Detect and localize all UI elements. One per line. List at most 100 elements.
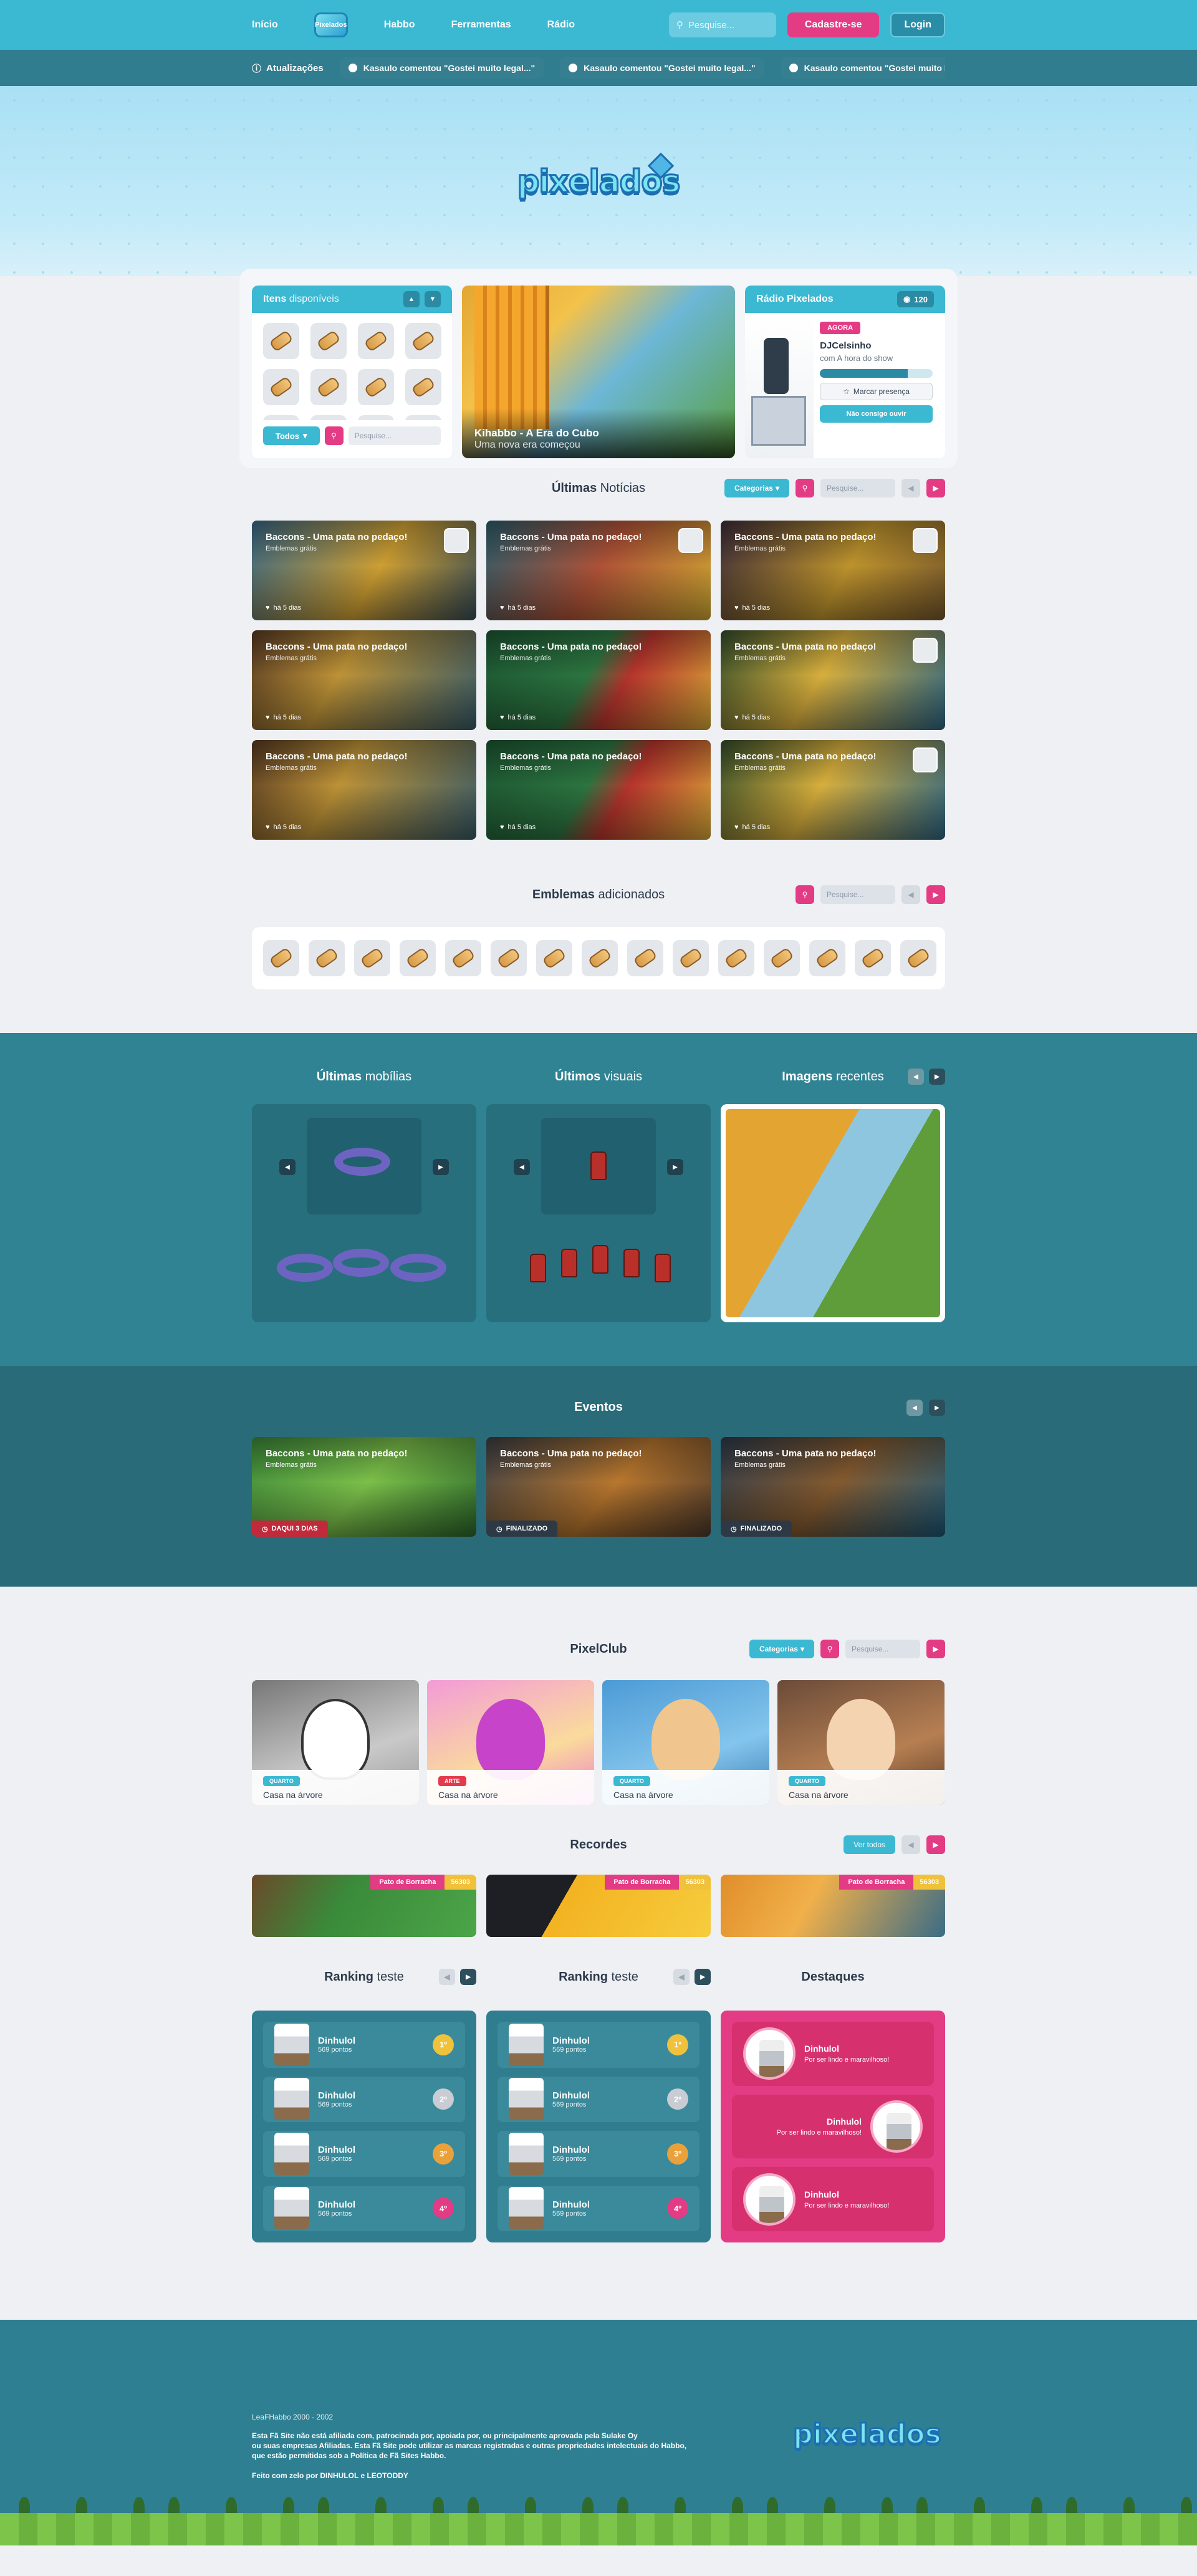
item-slot[interactable] (310, 415, 347, 420)
ranking-row[interactable]: Dinhulol 569 pontos 2º (263, 2076, 465, 2122)
ranking-row[interactable]: Dinhulol 569 pontos 4º (498, 2185, 699, 2231)
highlight-row[interactable]: Dinhulol Por ser lindo e maravilhoso! (732, 2167, 934, 2232)
ticker-item[interactable]: Kasaulo comentou "Gostei muito legal..." (560, 57, 764, 79)
items-filter-dropdown[interactable]: Todos ▾ (263, 426, 320, 445)
footer-logo[interactable]: pixelados (789, 2400, 945, 2468)
prev-arrow-icon[interactable]: ◀ (673, 1969, 690, 1985)
visual-item[interactable] (655, 1254, 671, 1282)
prev-arrow-icon[interactable]: ◀ (901, 1835, 920, 1854)
visual-item[interactable] (592, 1245, 608, 1274)
news-card[interactable]: Baccons - Uma pata no pedaço! Emblemas gr… (252, 521, 476, 620)
item-slot[interactable] (263, 369, 299, 405)
search-icon[interactable]: ⚲ (796, 885, 814, 904)
next-arrow-icon[interactable]: ▶ (667, 1159, 683, 1175)
recent-image[interactable] (721, 1104, 945, 1322)
search-icon[interactable]: ⚲ (796, 479, 814, 497)
prev-arrow-icon[interactable]: ◀ (908, 1069, 924, 1085)
item-slot[interactable] (358, 323, 394, 359)
emblem-slot[interactable] (855, 940, 891, 976)
visual-item[interactable] (561, 1249, 577, 1277)
item-slot[interactable] (263, 415, 299, 420)
furniture-item[interactable] (333, 1249, 389, 1277)
search-input[interactable] (688, 19, 757, 31)
ranking-row[interactable]: Dinhulol 569 pontos 1º (498, 2022, 699, 2068)
furniture-item[interactable] (277, 1254, 333, 1282)
emblem-slot[interactable] (445, 940, 481, 976)
news-card[interactable]: Baccons - Uma pata no pedaço! Emblemas gr… (252, 740, 476, 840)
club-card[interactable]: QUARTO Casa na árvore (777, 1680, 945, 1805)
ticker-item[interactable]: Kasaulo comentou "Gostei muito legal..." (339, 57, 544, 79)
visual-item[interactable] (590, 1151, 607, 1180)
news-card[interactable]: Baccons - Uma pata no pedaço! Emblemas gr… (721, 521, 945, 620)
emblem-slot[interactable] (263, 940, 299, 976)
nav-link-habbo[interactable]: Habbo (384, 19, 415, 31)
next-arrow-icon[interactable]: ▶ (926, 1640, 945, 1658)
signup-button[interactable]: Cadastre-se (787, 12, 880, 37)
visual-item[interactable] (530, 1254, 546, 1282)
prev-arrow-icon[interactable]: ◀ (901, 885, 920, 904)
emblems-search-input[interactable]: Pesquise... (820, 885, 895, 904)
next-arrow-icon[interactable]: ▶ (433, 1159, 449, 1175)
mark-presence-button[interactable]: ☆ Marcar presença (820, 383, 933, 400)
highlight-row[interactable]: Dinhulol Por ser lindo e maravilhoso! (732, 2022, 934, 2086)
news-card[interactable]: Baccons - Uma pata no pedaço! Emblemas gr… (721, 740, 945, 840)
next-arrow-icon[interactable]: ▶ (929, 1400, 945, 1416)
nav-link-ferramentas[interactable]: Ferramentas (451, 19, 511, 31)
cant-hear-button[interactable]: Não consigo ouvir (820, 405, 933, 423)
item-slot[interactable] (358, 369, 394, 405)
emblem-slot[interactable] (354, 940, 390, 976)
next-arrow-icon[interactable]: ▶ (460, 1969, 476, 1985)
emblem-slot[interactable] (309, 940, 345, 976)
see-all-button[interactable]: Ver todos (844, 1835, 895, 1854)
nav-link-radio[interactable]: Rádio (547, 19, 575, 31)
news-card[interactable]: Baccons - Uma pata no pedaço! Emblemas gr… (486, 630, 711, 730)
event-card[interactable]: Baccons - Uma pata no pedaço! Emblemas gr… (486, 1437, 711, 1537)
item-slot[interactable] (310, 369, 347, 405)
news-search-input[interactable]: Pesquise... (820, 479, 895, 497)
next-arrow-icon[interactable]: ▶ (695, 1969, 711, 1985)
ranking-row[interactable]: Dinhulol 569 pontos 3º (498, 2131, 699, 2177)
club-category-dropdown[interactable]: Categorias ▾ (749, 1640, 814, 1658)
emblem-slot[interactable] (400, 940, 436, 976)
news-card[interactable]: Baccons - Uma pata no pedaço! Emblemas gr… (252, 630, 476, 730)
site-logo[interactable]: pixelados (516, 144, 681, 219)
emblem-slot[interactable] (582, 940, 618, 976)
search-icon[interactable]: ⚲ (324, 426, 344, 445)
event-card[interactable]: Baccons - Uma pata no pedaço! Emblemas gr… (721, 1437, 945, 1537)
next-arrow-icon[interactable]: ▶ (926, 1835, 945, 1854)
featured-banner[interactable]: Kihabbo - A Era do Cubo Uma nova era com… (461, 286, 736, 458)
ranking-row[interactable]: Dinhulol 569 pontos 3º (263, 2131, 465, 2177)
next-arrow-icon[interactable]: ▶ (926, 885, 945, 904)
club-search-input[interactable]: Pesquise... (845, 1640, 920, 1658)
arrow-down-icon[interactable]: ▼ (424, 291, 441, 307)
emblem-slot[interactable] (491, 940, 527, 976)
club-card[interactable]: QUARTO Casa na árvore (252, 1680, 419, 1805)
item-slot[interactable] (263, 323, 299, 359)
ranking-row[interactable]: Dinhulol 569 pontos 2º (498, 2076, 699, 2122)
emblem-slot[interactable] (718, 940, 754, 976)
item-slot[interactable] (405, 323, 441, 359)
search-icon[interactable]: ⚲ (820, 1640, 839, 1658)
news-category-dropdown[interactable]: Categorias ▾ (724, 479, 789, 497)
prev-arrow-icon[interactable]: ◀ (906, 1400, 923, 1416)
nav-link-pixelados[interactable]: Pixelados (314, 12, 348, 37)
record-card[interactable]: Pato de Borracha 56303 (252, 1875, 476, 1937)
item-slot[interactable] (310, 323, 347, 359)
furniture-item[interactable] (334, 1148, 390, 1176)
emblem-slot[interactable] (764, 940, 800, 976)
prev-arrow-icon[interactable]: ◀ (279, 1159, 296, 1175)
news-card[interactable]: Baccons - Uma pata no pedaço! Emblemas gr… (486, 740, 711, 840)
item-slot[interactable] (358, 415, 394, 420)
emblem-slot[interactable] (900, 940, 936, 976)
emblem-slot[interactable] (673, 940, 709, 976)
next-arrow-icon[interactable]: ▶ (929, 1069, 945, 1085)
club-card[interactable]: QUARTO Casa na árvore (602, 1680, 769, 1805)
nav-link-inicio[interactable]: Início (252, 19, 278, 31)
record-card[interactable]: Pato de Borracha 56303 (721, 1875, 945, 1937)
furniture-item[interactable] (390, 1254, 446, 1282)
items-search-input[interactable]: Pesquise... (348, 426, 441, 445)
record-card[interactable]: Pato de Borracha 56303 (486, 1875, 711, 1937)
next-arrow-icon[interactable]: ▶ (926, 479, 945, 497)
emblem-slot[interactable] (627, 940, 663, 976)
prev-arrow-icon[interactable]: ◀ (901, 479, 920, 497)
